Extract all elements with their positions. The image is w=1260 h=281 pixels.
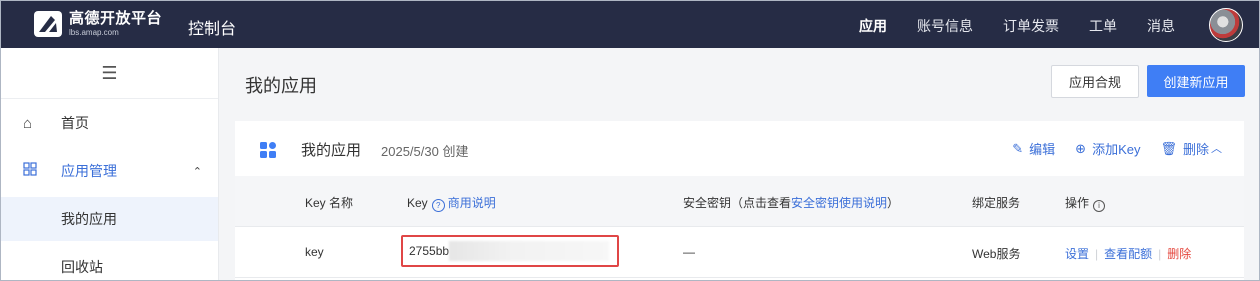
key-value: 2755bb [409,244,450,258]
app-card: 我的应用 2025/5/30 创建 ✎ 编辑 ⊕ 添加Key 🗑 删除 ︿ Key 名… [235,121,1244,280]
col-service: 绑定服务 [972,196,1021,210]
app-card-header: 我的应用 2025/5/30 创建 ✎ 编辑 ⊕ 添加Key 🗑 删除 ︿ [235,121,1244,176]
topnav-messages[interactable]: 消息 [1147,16,1175,36]
topnav-account[interactable]: 账号信息 [917,16,973,36]
add-circle-icon: ⊕ [1075,140,1087,156]
sidebar-item-label: 我的应用 [61,211,117,227]
top-navigation-bar: 高德开放平台 lbs.amap.com 控制台 应用 账号信息 订单发票 工单 … [1,1,1259,48]
brand-name-cn: 高德开放平台 [69,10,163,27]
col-operations: 操作 i [1065,194,1106,212]
table-row: key 2755bb — Web服务 设置 | 查看配额 | 删除 [235,227,1244,278]
app-created-date: 2025/5/30 创建 [381,144,469,159]
edit-label: 编辑 [1029,142,1056,157]
app-icon [260,142,276,158]
app-actions: ✎ 编辑 ⊕ 添加Key 🗑 删除 [992,139,1209,158]
topnav-tickets[interactable]: 工单 [1089,16,1117,36]
user-avatar[interactable] [1209,8,1243,42]
trash-icon: 🗑 [1160,140,1177,156]
sidebar-item-label: 首页 [61,115,89,131]
sidebar-item-label: 应用管理 [61,163,117,179]
commercial-note-link[interactable]: 商用说明 [448,196,496,210]
settings-link[interactable]: 设置 [1065,247,1089,261]
delete-key-link[interactable]: 删除 [1167,247,1191,261]
sidebar-item-home[interactable]: ⌂ 首页 [1,101,218,145]
service-cell: Web服务 [972,247,1021,261]
divider: | [1095,247,1099,261]
app-name: 我的应用 [301,142,362,159]
divider: | [1158,247,1162,261]
sidebar-item-label: 回收站 [61,259,103,275]
col-secret-suffix: ） [887,196,900,210]
main-content: 我的应用 应用合规 创建新应用 我的应用 2025/5/30 创建 ✎ 编辑 ⊕ 添… [219,48,1259,280]
key-redaction [449,241,609,261]
edit-button[interactable]: ✎ 编辑 [1012,139,1055,158]
app-window: 高德开放平台 lbs.amap.com 控制台 应用 账号信息 订单发票 工单 … [0,0,1260,281]
brand-name-en: lbs.amap.com [69,28,119,37]
top-nav-menu: 应用 账号信息 订单发票 工单 消息 [829,16,1175,36]
col-ops-label: 操作 [1065,196,1090,210]
amap-logo-icon [34,11,62,37]
topnav-orders-invoices[interactable]: 订单发票 [1003,16,1059,36]
topnav-apps[interactable]: 应用 [859,16,887,36]
col-key-label: Key [407,196,428,210]
col-secret-label: 安全密钥（点击查看 [683,196,792,210]
chevron-up-icon: ⌃ [192,165,202,178]
keys-table-header: Key 名称 Key? 商用说明 安全密钥（点击查看安全密钥使用说明） 绑定服务 … [235,176,1244,227]
create-app-button[interactable]: 创建新应用 [1147,65,1245,97]
delete-app-button[interactable]: 🗑 删除 [1160,139,1209,158]
grid-icon [23,162,37,180]
menu-toggle-icon[interactable]: ☰ [1,48,218,99]
brand-logo[interactable]: 高德开放平台 lbs.amap.com [33,9,173,39]
sidebar: ☰ ⌂ 首页 应用管理 ⌃ 我的应用 回收站 [1,48,219,280]
view-quota-link[interactable]: 查看配额 [1104,247,1152,261]
key-highlight-box[interactable]: 2755bb [401,235,619,267]
page-title: 我的应用 [245,76,317,96]
secret-guide-link[interactable]: 安全密钥使用说明 [791,196,887,210]
collapse-chevron-icon[interactable]: ︿ [1211,140,1222,156]
col-key-name: Key 名称 [305,196,354,210]
sidebar-item-my-apps[interactable]: 我的应用 [1,197,218,241]
sidebar-item-app-management[interactable]: 应用管理 ⌃ [1,149,218,193]
col-key: Key? 商用说明 [407,194,496,212]
key-name-cell: key [305,245,324,259]
delete-label: 删除 [1182,142,1209,157]
info-icon: i [1093,200,1106,212]
help-icon: ? [431,199,445,212]
col-secret: 安全密钥（点击查看安全密钥使用说明） [683,194,899,211]
ops-cell: 设置 | 查看配额 | 删除 [1065,245,1191,262]
console-title[interactable]: 控制台 [188,15,236,39]
add-key-button[interactable]: ⊕ 添加Key [1075,139,1140,158]
sidebar-item-recycle-bin[interactable]: 回收站 [1,245,218,280]
edit-icon: ✎ [1012,140,1024,156]
secret-cell: — [683,245,695,259]
home-icon: ⌂ [23,114,33,132]
app-compliance-button[interactable]: 应用合规 [1051,65,1139,98]
add-key-label: 添加Key [1092,142,1141,157]
